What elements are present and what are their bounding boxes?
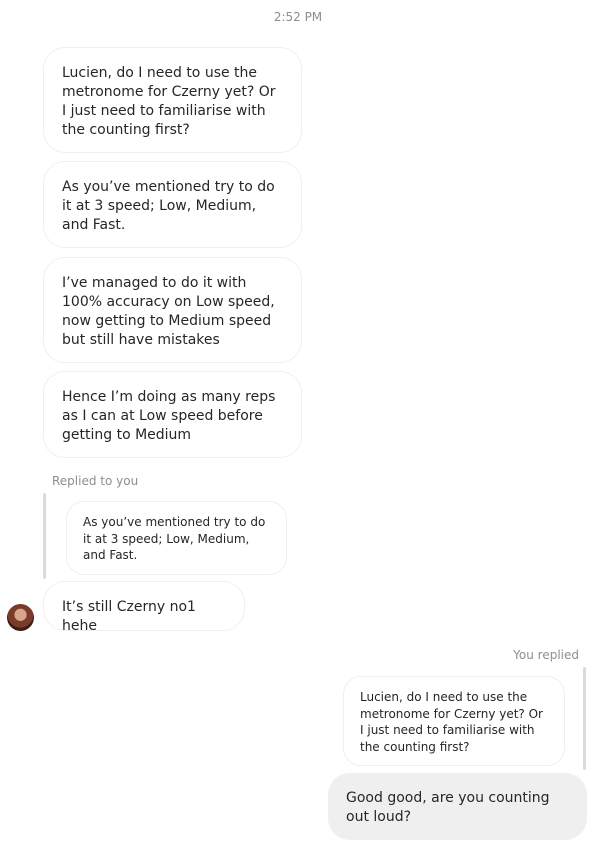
message-timestamp: 2:52 PM bbox=[273, 10, 323, 24]
quoted-message[interactable]: As you’ve mentioned try to do it at 3 sp… bbox=[66, 501, 287, 575]
replied-to-you-label: Replied to you bbox=[52, 474, 139, 488]
reply-quote-bar bbox=[583, 667, 586, 770]
incoming-message[interactable]: Lucien, do I need to use the metronome f… bbox=[43, 47, 302, 153]
sender-avatar[interactable] bbox=[7, 604, 34, 631]
quoted-message[interactable]: Lucien, do I need to use the metronome f… bbox=[343, 676, 565, 766]
outgoing-message[interactable]: Good good, are you counting out loud? bbox=[328, 773, 587, 840]
incoming-message[interactable]: I’ve managed to do it with 100% accuracy… bbox=[43, 257, 302, 363]
reply-quote-bar bbox=[43, 493, 46, 579]
you-replied-label: You replied bbox=[513, 648, 579, 662]
incoming-message[interactable]: As you’ve mentioned try to do it at 3 sp… bbox=[43, 161, 302, 248]
incoming-message[interactable]: Hence I’m doing as many reps as I can at… bbox=[43, 371, 302, 458]
incoming-reply-message[interactable]: It’s still Czerny no1 hehe bbox=[43, 581, 245, 634]
